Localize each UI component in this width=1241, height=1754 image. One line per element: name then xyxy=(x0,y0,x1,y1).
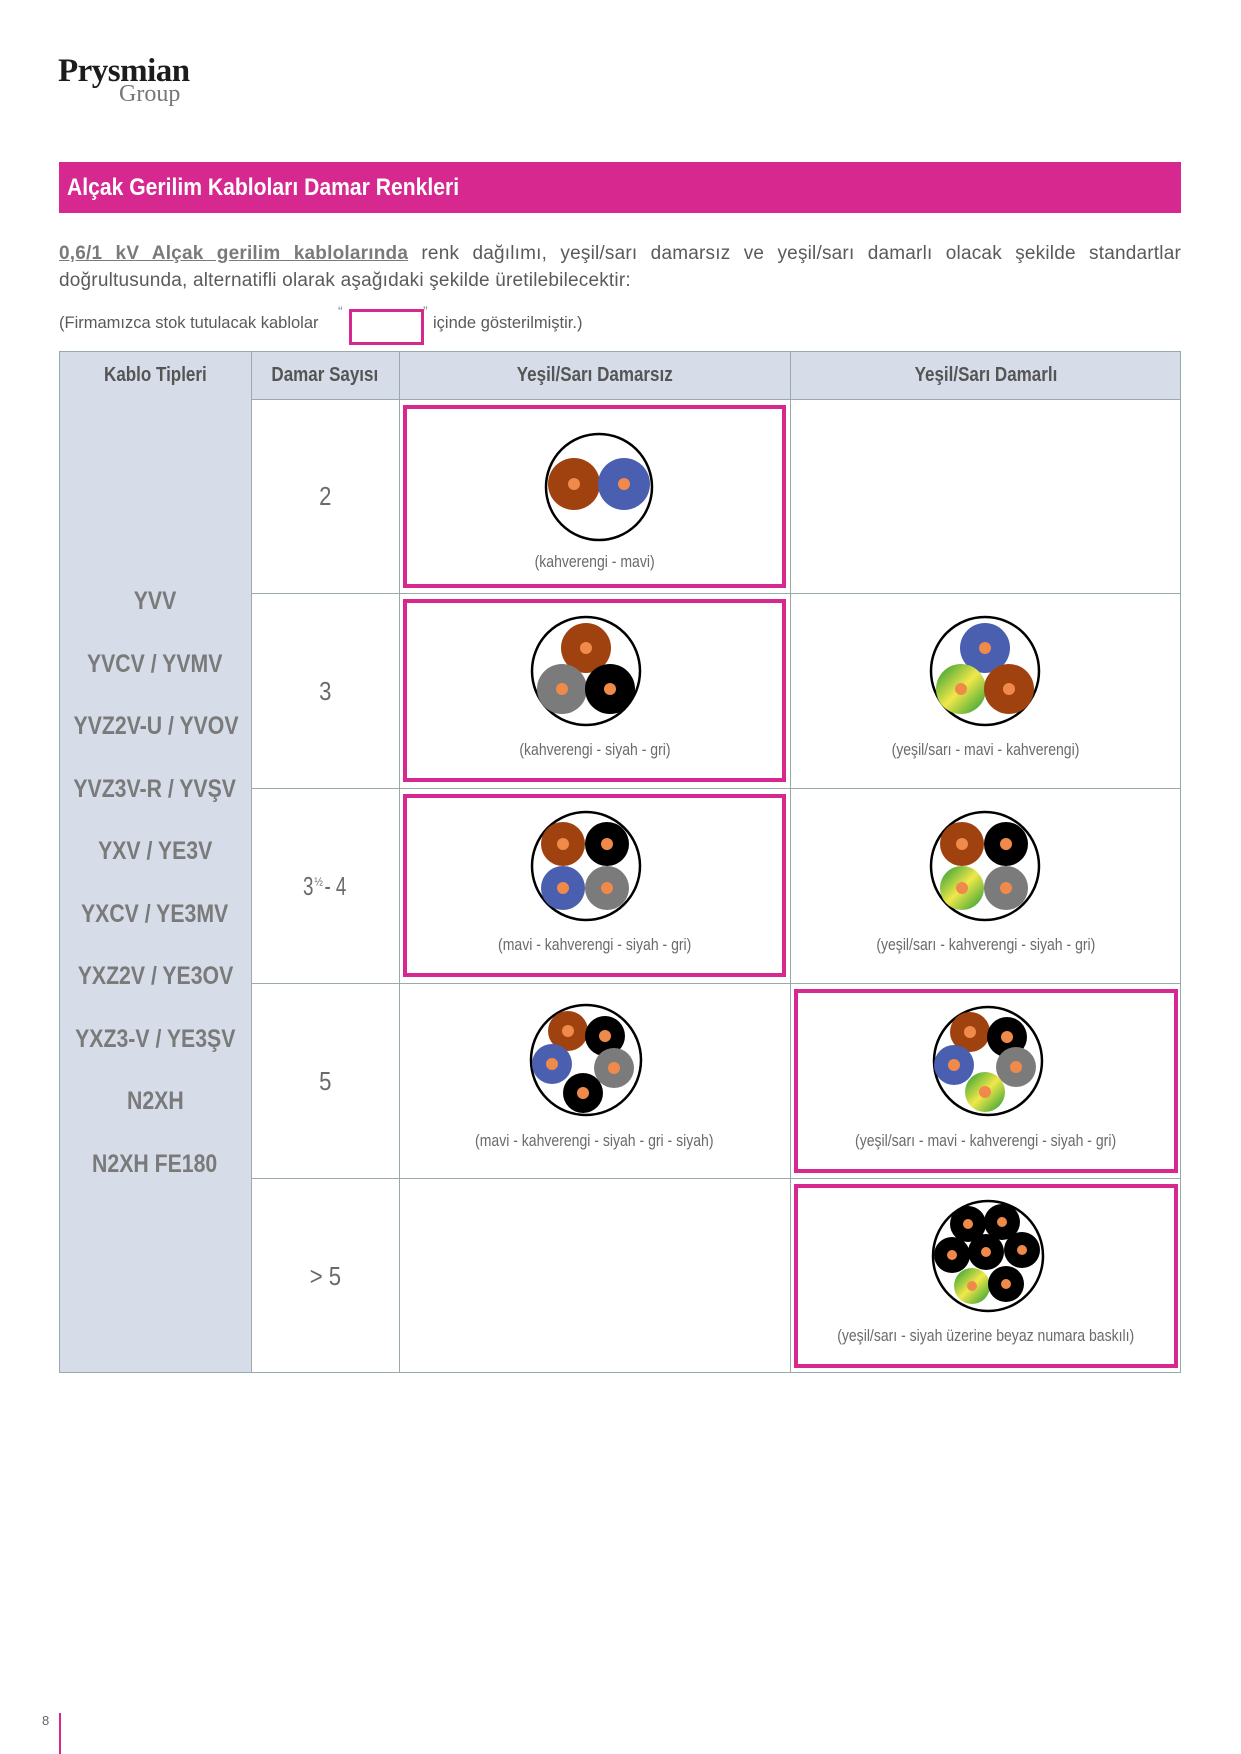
cable-color-table: Kablo Tipleri Damar Sayısı Yeşil/Sarı Da… xyxy=(59,351,1181,1373)
core-count-2: 2 xyxy=(318,481,332,511)
cable-cross-section-5-core-gy xyxy=(932,1005,1044,1117)
color-caption: (yeşil/sarı - kahverengi - siyah - gri) xyxy=(875,936,1096,954)
stock-note-quote-open: “ xyxy=(338,303,343,319)
color-caption: (yeşil/sarı - mavi - kahverengi - siyah … xyxy=(854,1132,1117,1150)
logo-sub: Group xyxy=(119,81,181,107)
cable-cross-section-3-core xyxy=(530,615,642,727)
page-number: 8 xyxy=(42,1713,50,1728)
color-caption: (mavi - kahverengi - siyah - gri - siyah… xyxy=(475,1132,714,1150)
intro-bold: 0,6/1 kV Alçak gerilim kablolarında xyxy=(59,243,409,264)
core-count-3: 3 xyxy=(318,676,332,706)
stock-note-text-end: içinde gösterilmiştir.) xyxy=(433,314,583,332)
color-caption: (mavi - kahverengi - siyah - gri) xyxy=(497,936,692,954)
intro-paragraph: 0,6/1 kV Alçak gerilim kablolarında renk… xyxy=(59,240,1181,294)
cable-cross-section-3-core-gy xyxy=(929,615,1041,727)
cable-cross-section-4-core xyxy=(530,810,642,922)
cable-cross-section-5-core xyxy=(529,1003,643,1117)
color-caption: (yeşil/sarı - siyah üzerine beyaz numara… xyxy=(837,1327,1134,1345)
core-count-over-5: > 5 xyxy=(309,1261,341,1291)
cable-cross-section-multi-core xyxy=(931,1199,1045,1313)
section-title: Alçak Gerilim Kabloları Damar Renkleri xyxy=(67,174,460,201)
prysmian-logo: Prysmian Group xyxy=(58,55,190,107)
color-caption: (kahverengi - siyah - gri) xyxy=(518,741,671,759)
stock-note-text: (Firmamızca stok tutulacak kablolar xyxy=(59,314,319,332)
stock-note-quote-close: ” xyxy=(423,303,428,319)
color-caption: (yeşil/sarı - mavi - kahverengi) xyxy=(891,741,1080,759)
stock-legend-box xyxy=(349,309,424,345)
section-title-bar: Alçak Gerilim Kabloları Damar Renkleri xyxy=(59,162,1181,213)
color-caption: (kahverengi - mavi) xyxy=(534,553,655,571)
core-count-5: 5 xyxy=(318,1066,332,1096)
cable-cross-section-4-core-gy xyxy=(929,810,1041,922)
core-count-3half-4: 3½ - 4 xyxy=(302,871,347,901)
page-margin-line xyxy=(59,1713,61,1754)
cable-cross-section-2-core xyxy=(544,432,654,542)
